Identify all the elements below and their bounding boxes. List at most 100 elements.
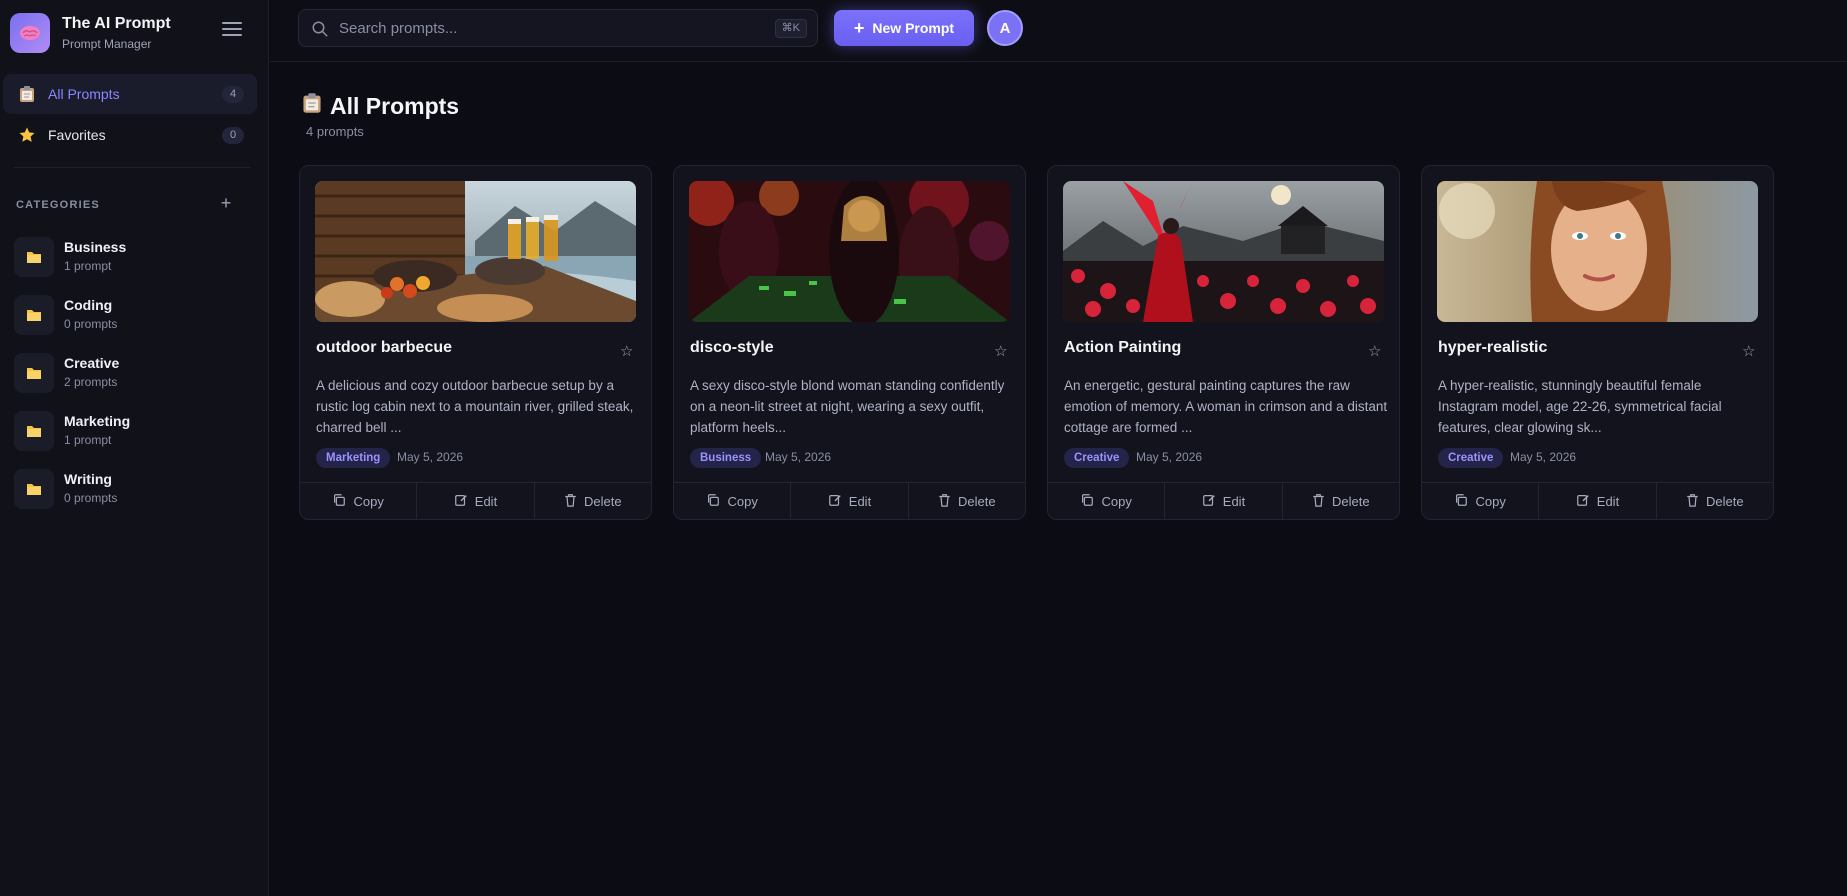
copy-label: Copy: [727, 493, 758, 509]
trash-icon: [564, 493, 577, 510]
edit-label: Edit: [848, 493, 872, 509]
delete-button[interactable]: Delete: [535, 483, 651, 519]
category-tag: Business: [690, 448, 762, 468]
folder-icon: [14, 237, 54, 277]
category-item-writing[interactable]: Writing 0 prompts: [14, 467, 254, 511]
card-actions: Copy Edit Delete: [1048, 482, 1399, 519]
copy-button[interactable]: Copy: [674, 483, 792, 519]
trash-icon: [1686, 493, 1699, 510]
category-item-marketing[interactable]: Marketing 1 prompt: [14, 409, 254, 453]
app-title: The AI Prompt: [62, 15, 171, 32]
hamburger-menu-icon[interactable]: [222, 22, 242, 38]
avatar[interactable]: A: [987, 10, 1023, 46]
edit-button[interactable]: Edit: [417, 483, 535, 519]
divider: [14, 167, 251, 168]
card-title: disco-style: [690, 339, 774, 356]
category-count: 2 prompts: [64, 375, 118, 389]
prompt-card[interactable]: Action Painting ☆ An energetic, gestural…: [1047, 165, 1400, 520]
delete-button[interactable]: Delete: [1657, 483, 1773, 519]
card-image-disco: [689, 181, 1010, 322]
new-prompt-button[interactable]: + New Prompt: [834, 10, 974, 46]
prompt-card[interactable]: hyper-realistic ☆ A hyper-realistic, stu…: [1421, 165, 1774, 520]
prompt-count: 4 prompts: [306, 124, 364, 139]
card-date: May 5, 2026: [1510, 450, 1577, 464]
nav-item-favorites[interactable]: Favorites 0: [3, 115, 257, 155]
folder-icon: [14, 411, 54, 451]
delete-button[interactable]: Delete: [1283, 483, 1399, 519]
edit-button[interactable]: Edit: [791, 483, 909, 519]
category-item-business[interactable]: Business 1 prompt: [14, 235, 254, 279]
add-category-icon[interactable]: +: [218, 194, 234, 212]
nav-count-badge: 0: [222, 127, 244, 144]
plus-icon: +: [853, 18, 865, 38]
edit-label: Edit: [1222, 493, 1246, 509]
copy-button[interactable]: Copy: [1048, 483, 1166, 519]
delete-label: Delete: [1706, 493, 1744, 509]
new-prompt-label: New Prompt: [872, 20, 955, 36]
category-item-coding[interactable]: Coding 0 prompts: [14, 293, 254, 337]
card-date: May 5, 2026: [1136, 450, 1203, 464]
category-count: 1 prompt: [64, 259, 112, 273]
card-image-barbecue: [315, 181, 636, 322]
card-title: outdoor barbecue: [316, 339, 453, 356]
clipboard-icon: [302, 92, 322, 120]
nav-count-badge: 4: [222, 86, 244, 103]
star-icon: [17, 125, 37, 145]
card-description: A sexy disco-style blond woman standing …: [690, 378, 1005, 435]
card-date: May 5, 2026: [397, 450, 464, 464]
card-description: A delicious and cozy outdoor barbecue se…: [316, 378, 634, 435]
card-title: Action Painting: [1064, 339, 1182, 356]
category-name: Business: [64, 239, 127, 255]
nav-item-all-prompts[interactable]: All Prompts 4: [3, 74, 257, 114]
edit-icon: [454, 493, 468, 510]
copy-label: Copy: [1475, 493, 1506, 509]
search-box[interactable]: ⌘K: [298, 9, 818, 47]
card-actions: Copy Edit Delete: [300, 482, 651, 519]
delete-label: Delete: [584, 493, 622, 509]
nav-label: All Prompts: [48, 86, 120, 102]
copy-label: Copy: [353, 493, 384, 509]
copy-button[interactable]: Copy: [300, 483, 418, 519]
card-title: hyper-realistic: [1438, 339, 1548, 356]
copy-icon: [332, 493, 346, 510]
edit-icon: [1576, 493, 1590, 510]
prompt-card[interactable]: outdoor barbecue ☆ A delicious and cozy …: [299, 165, 652, 520]
favorite-star-icon[interactable]: ☆: [1368, 342, 1381, 360]
category-name: Writing: [64, 471, 112, 487]
copy-icon: [1454, 493, 1468, 510]
category-tag: Creative: [1064, 448, 1130, 468]
edit-icon: [1202, 493, 1216, 510]
card-description: An energetic, gestural painting captures…: [1064, 378, 1388, 435]
category-name: Marketing: [64, 413, 131, 429]
search-input[interactable]: [339, 18, 739, 38]
edit-label: Edit: [474, 493, 498, 509]
top-bar: ⌘K + New Prompt A: [270, 0, 1847, 62]
copy-button[interactable]: Copy: [1422, 483, 1540, 519]
favorite-star-icon[interactable]: ☆: [994, 342, 1007, 360]
folder-icon: [14, 295, 54, 335]
folder-icon: [14, 353, 54, 393]
category-tag: Creative: [1438, 448, 1504, 468]
favorite-star-icon[interactable]: ☆: [620, 342, 633, 360]
card-date: May 5, 2026: [765, 450, 832, 464]
prompt-card[interactable]: disco-style ☆ A sexy disco-style blond w…: [673, 165, 1026, 520]
favorite-star-icon[interactable]: ☆: [1742, 342, 1755, 360]
trash-icon: [938, 493, 951, 510]
category-item-creative[interactable]: Creative 2 prompts: [14, 351, 254, 395]
copy-icon: [1080, 493, 1094, 510]
delete-label: Delete: [958, 493, 996, 509]
page-title-text: All Prompts: [330, 92, 460, 119]
clipboard-icon: [17, 84, 37, 104]
delete-button[interactable]: Delete: [909, 483, 1025, 519]
brain-logo-icon: [10, 13, 50, 53]
copy-icon: [706, 493, 720, 510]
trash-icon: [1312, 493, 1325, 510]
card-image-portrait: [1437, 181, 1758, 322]
categories-heading: CATEGORIES: [16, 199, 100, 211]
edit-button[interactable]: Edit: [1539, 483, 1657, 519]
page-title: All Prompts: [302, 92, 459, 120]
category-tag: Marketing: [316, 448, 391, 468]
category-name: Coding: [64, 297, 113, 313]
search-icon: [312, 21, 328, 37]
edit-button[interactable]: Edit: [1165, 483, 1283, 519]
